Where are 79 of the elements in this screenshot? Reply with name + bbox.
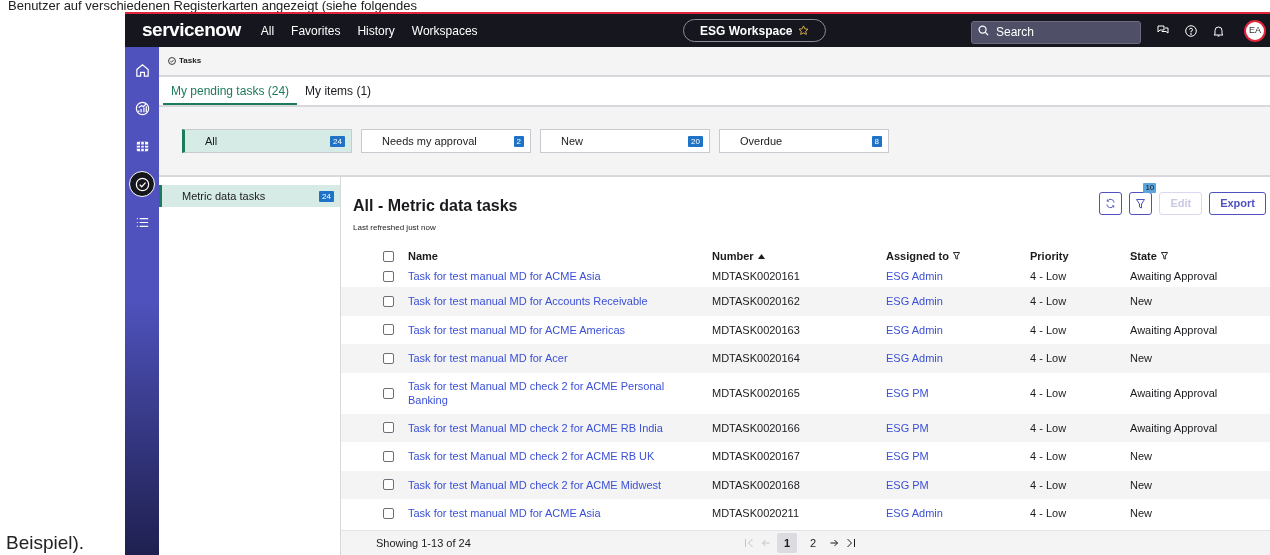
user-link[interactable]: ESG PM — [886, 478, 929, 491]
table-cell-text: MDTASK0020211 — [712, 506, 801, 521]
task-link[interactable]: Task for test Manual MD check 2 for ACME RB India — [408, 420, 663, 435]
task-link[interactable]: Task for test Manual MD check 2 for ACME Personal Banking — [408, 379, 682, 407]
table-cell-text: New — [1130, 449, 1153, 464]
table-cell-text: 4 - Low — [1030, 294, 1068, 309]
column-header[interactable]: Number — [712, 247, 765, 265]
user-avatar[interactable]: EA — [1244, 19, 1266, 42]
user-link[interactable]: ESG Admin — [886, 352, 943, 364]
count-badge: 20 — [688, 135, 703, 147]
table-cell-text: 4 - Low — [1030, 351, 1068, 366]
table-cell-text: MDTASK0020166 — [712, 420, 801, 436]
breadcrumb[interactable]: Tasks — [179, 55, 202, 67]
table-cell-text: 4 - Low — [1030, 385, 1068, 401]
tab[interactable]: My items (1) — [297, 79, 380, 105]
filter-card[interactable]: Overdue 8 — [719, 129, 889, 153]
task-link[interactable]: Task for test manual MD for Acer — [408, 351, 568, 366]
count-badge: 24 — [330, 135, 345, 147]
nav-menu-link[interactable]: Workspaces — [411, 21, 478, 40]
table-cell-text: MDTASK0020164 — [712, 351, 801, 366]
table-cell-text: 4 - Low — [1030, 477, 1068, 493]
table-cell-text: New — [1130, 506, 1153, 521]
document-text: Benutzer auf verschiedenen Registerkarten angezeigt (siehe folgendes — [8, 0, 418, 12]
count-badge: 24 — [319, 190, 334, 202]
list-title: All - Metric data tasks — [353, 196, 518, 216]
task-link[interactable]: Task for test Manual MD check 2 for ACME Midwest — [408, 477, 662, 492]
table-cell-text: Awaiting Approval — [1130, 268, 1219, 284]
column-header[interactable]: Priority — [1030, 247, 1069, 265]
user-link[interactable]: ESG PM — [886, 386, 929, 399]
table-cell-text: New — [1130, 294, 1153, 309]
table-cell-text: 4 - Low — [1030, 420, 1068, 436]
task-link[interactable]: Task for test manual MD for Accounts Receivable — [408, 294, 648, 309]
table-cell-text: 4 - Low — [1030, 322, 1068, 338]
pagination-summary: Showing 1-13 of 24 — [376, 535, 472, 551]
filter-card[interactable]: Needs my approval 2 — [361, 129, 531, 153]
table-cell-text: Awaiting Approval — [1130, 322, 1219, 338]
user-link[interactable]: ESG Admin — [886, 269, 943, 282]
column-header[interactable]: Name — [408, 247, 438, 265]
table-cell-text: MDTASK0020168 — [712, 477, 801, 493]
table-cell-text: MDTASK0020165 — [712, 385, 801, 401]
filter-card[interactable]: New 20 — [540, 129, 710, 153]
refresh-status: Last refreshed just now — [353, 222, 437, 234]
task-link[interactable]: Task for test manual MD for ACME Asia — [408, 269, 601, 283]
table-cell-text: 4 - Low — [1030, 268, 1068, 284]
task-link[interactable]: Task for test Manual MD check 2 for ACME RB UK — [408, 449, 655, 464]
filter-card[interactable]: All 24 — [182, 129, 352, 153]
column-header[interactable]: State — [1130, 247, 1168, 265]
table-cell-text: MDTASK0020167 — [712, 449, 801, 464]
table-cell-text: 4 - Low — [1030, 506, 1068, 521]
task-link[interactable]: Task for test manual MD for ACME Asia — [408, 506, 601, 521]
document-text: Beispiel). — [6, 532, 85, 554]
table-cell-text: MDTASK0020162 — [712, 294, 801, 309]
user-link[interactable]: ESG Admin — [886, 507, 943, 519]
nav-menu-link[interactable]: Favorites — [291, 21, 341, 40]
table-cell-text: 4 - Low — [1030, 449, 1068, 464]
task-link[interactable]: Task for test manual MD for ACME Americas — [408, 322, 625, 337]
page-button[interactable]: 2 — [803, 533, 823, 553]
user-link[interactable]: ESG PM — [886, 450, 929, 462]
count-badge: 10 — [1143, 183, 1157, 193]
tab[interactable]: My pending tasks (24) — [163, 79, 298, 105]
action-button[interactable]: Export — [1209, 192, 1266, 215]
table-cell-text: MDTASK0020163 — [712, 322, 801, 338]
user-link[interactable]: ESG Admin — [886, 295, 943, 307]
table-cell-text: Awaiting Approval — [1130, 420, 1219, 436]
table-cell-text: New — [1130, 477, 1153, 493]
category-item[interactable]: Metric data tasks 24 — [159, 185, 340, 207]
search-field[interactable]: Search — [971, 20, 1141, 44]
user-link[interactable]: ESG Admin — [886, 323, 943, 336]
count-badge: 8 — [871, 135, 882, 147]
nav-menu-link[interactable]: History — [357, 21, 395, 40]
user-link[interactable]: ESG PM — [886, 421, 929, 434]
table-cell-text: New — [1130, 351, 1153, 366]
column-header[interactable]: Assigned to — [886, 247, 960, 265]
table-cell-text: Awaiting Approval — [1130, 385, 1219, 401]
count-badge: 2 — [513, 135, 524, 147]
nav-menu-link[interactable]: All — [260, 21, 275, 40]
table-cell-text: MDTASK0020161 — [712, 268, 801, 284]
logo[interactable]: servicenow — [142, 16, 241, 45]
page-button[interactable]: 1 — [777, 533, 797, 553]
